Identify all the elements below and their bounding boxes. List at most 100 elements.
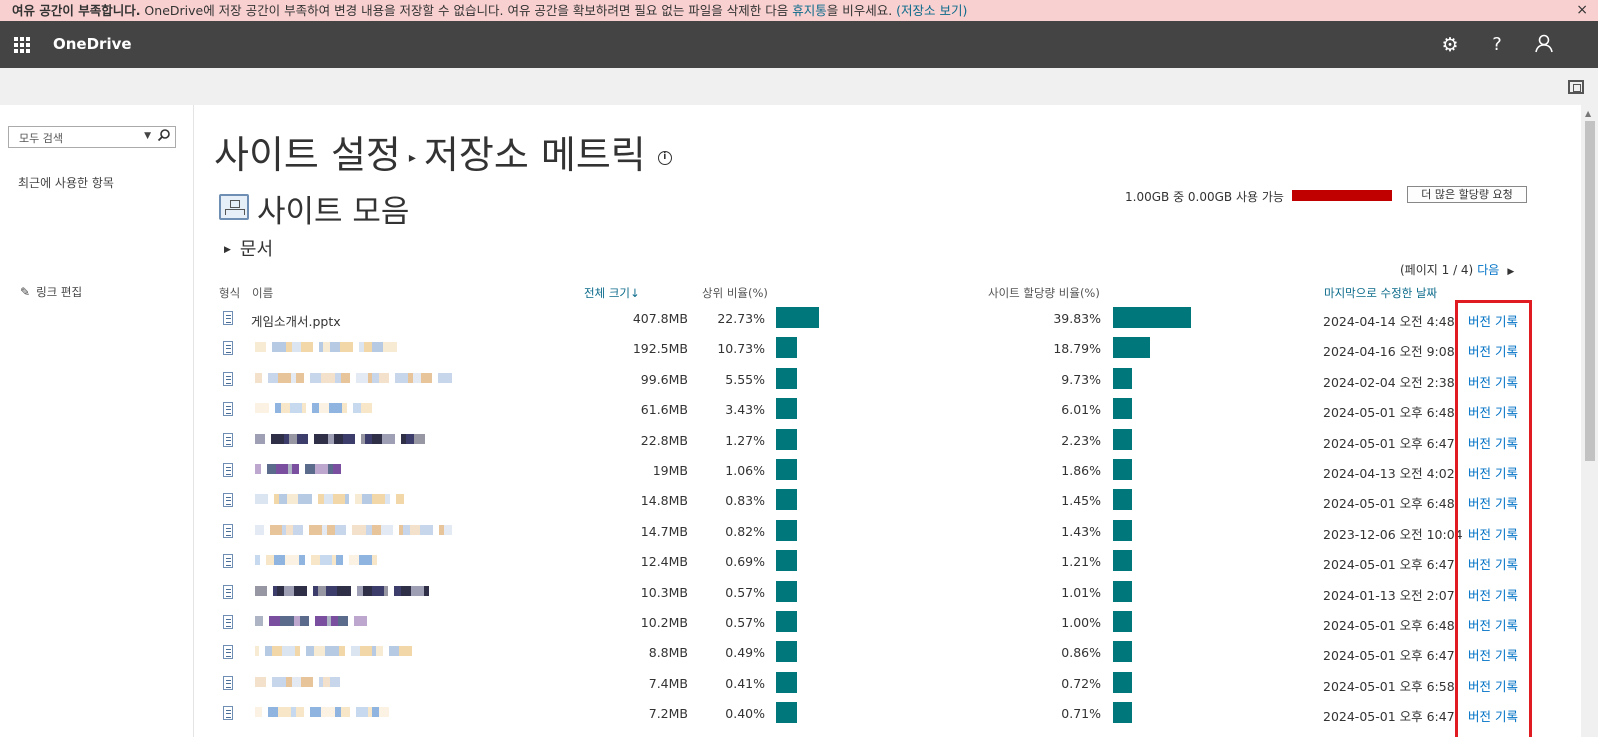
banner-text: OneDrive에 저장 공간이 부족하여 변경 내용을 저장할 수 없습니다.… [140, 3, 793, 18]
modified-date: 2023-12-06 오전 10:04 [1323, 526, 1463, 542]
document-file-icon [223, 523, 233, 538]
quota-percentage: 1.21% [1061, 554, 1101, 570]
redacted-file-name[interactable] [255, 403, 372, 414]
view-storage-link[interactable]: (저장소 보기) [896, 3, 967, 18]
table-row[interactable]: 61.6MB 3.43% 6.01% 2024-05-01 오후 6:48 버전 기록 [0, 398, 1598, 428]
file-size: 7.4MB [648, 675, 688, 691]
quota-percentage: 0.71% [1061, 706, 1101, 722]
redacted-file-name[interactable] [255, 464, 347, 474]
parent-percentage-bar [776, 367, 797, 389]
table-row[interactable]: 14.8MB 0.83% 1.45% 2024-05-01 오후 6:48 버전 기록 [0, 489, 1598, 519]
table-row[interactable]: 8.8MB 0.49% 0.86% 2024-05-01 오후 6:47 버전 기록 [0, 641, 1598, 671]
site-collection-title[interactable]: 사이트 모음 [257, 186, 409, 231]
quota-percentage: 2.23% [1061, 432, 1101, 448]
file-size: 10.3MB [640, 584, 688, 600]
redacted-file-name[interactable] [255, 707, 395, 718]
request-more-quota-button[interactable]: 더 많은 할당량 요청 [1407, 186, 1527, 203]
next-page-link[interactable]: 다음 [1477, 263, 1499, 277]
pagination: (페이지 1 / 4) 다음 ▶ [1400, 261, 1514, 278]
search-scope-dropdown-icon[interactable]: ▼ [144, 131, 151, 141]
column-header-type[interactable]: 형식 [219, 285, 240, 301]
document-file-icon [223, 371, 233, 386]
table-row[interactable]: 192.5MB 10.73% 18.79% 2024-04-16 오전 9:08 버전 … [0, 337, 1598, 367]
focus-mode-icon[interactable] [1568, 80, 1584, 94]
redacted-file-name[interactable] [255, 646, 412, 657]
redacted-file-name[interactable] [255, 494, 404, 505]
file-name-link[interactable]: 게임소개서.pptx [251, 311, 341, 330]
redacted-file-name[interactable] [255, 585, 435, 596]
breadcrumb-separator: ▸ [408, 149, 416, 166]
redacted-file-name[interactable] [255, 342, 403, 353]
ribbon-bar [0, 68, 1598, 105]
column-header-size[interactable]: 전체 크기↓ [584, 285, 640, 301]
document-file-icon [223, 463, 233, 477]
document-file-icon [223, 584, 233, 599]
breadcrumb-site-settings[interactable]: 사이트 설정 [214, 133, 401, 177]
highlight-box [1455, 300, 1532, 737]
document-file-icon [223, 615, 233, 629]
parent-percentage: 0.40% [725, 706, 765, 722]
close-icon[interactable]: × [1576, 0, 1588, 21]
nav-recent-items[interactable]: 최근에 사용한 항목 [18, 174, 114, 191]
table-row[interactable]: 19MB 1.06% 1.86% 2024-04-13 오전 4:02 버전 기록 [0, 459, 1598, 489]
edit-links-button[interactable]: ✎ 링크 편집 [20, 284, 82, 300]
account-icon[interactable] [1532, 33, 1556, 57]
file-size: 19MB [652, 463, 688, 478]
document-file-icon [223, 341, 233, 356]
expand-triangle-icon: ▶ [224, 245, 231, 255]
table-row[interactable]: 10.3MB 0.57% 1.01% 2024-01-13 오전 2:07 버전 기록 [0, 580, 1598, 611]
table-row[interactable]: 7.2MB 0.40% 0.71% 2024-05-01 오후 6:47 버전 기록 [0, 702, 1598, 732]
column-header-modified[interactable]: 마지막으로 수정한 날짜 [1324, 285, 1437, 301]
column-header-quota-pct[interactable]: 사이트 할당량 비율(%) [988, 285, 1100, 301]
help-icon[interactable]: ? [1485, 33, 1509, 57]
parent-percentage-bar [776, 489, 797, 511]
redacted-file-name[interactable] [255, 372, 452, 383]
quota-percentage: 39.83% [1053, 311, 1101, 326]
redacted-file-name[interactable] [255, 555, 377, 566]
recycle-bin-link[interactable]: 휴지통 [792, 3, 827, 18]
redacted-file-name[interactable] [255, 433, 425, 444]
info-icon[interactable]: i [657, 150, 672, 165]
next-page-arrow-icon[interactable]: ▶ [1507, 267, 1514, 277]
site-collection-icon [219, 194, 249, 220]
parent-percentage-bar [776, 307, 820, 328]
parent-percentage: 3.43% [725, 402, 765, 418]
quota-percentage-bar [1113, 519, 1132, 541]
parent-percentage-bar [776, 580, 797, 602]
redacted-file-name[interactable] [255, 524, 452, 535]
table-row[interactable]: 14.7MB 0.82% 1.43% 2023-12-06 오전 10:04 버전 기록 [0, 519, 1598, 550]
table-row[interactable]: 99.6MB 5.55% 9.73% 2024-02-04 오전 2:38 버전 기록 [0, 367, 1598, 398]
table-row[interactable]: 22.8MB 1.27% 2.23% 2024-05-01 오후 6:47 버전 기록 [0, 428, 1598, 459]
breadcrumb-storage-metrics: 저장소 메트릭 [423, 133, 646, 177]
redacted-file-name[interactable] [255, 676, 340, 687]
scroll-up-arrow[interactable]: ▲ [1585, 109, 1591, 118]
search-box[interactable]: 모두 검색 ▼ [8, 126, 176, 148]
quota-text: 1.00GB 중 0.00GB 사용 가능 [1125, 190, 1284, 204]
redacted-file-name[interactable] [255, 616, 367, 626]
parent-percentage: 0.41% [725, 675, 765, 691]
modified-date: 2024-01-13 오전 2:07 [1323, 587, 1455, 603]
modified-date: 2024-05-01 오후 6:47 [1323, 557, 1455, 573]
parent-percentage: 1.27% [725, 432, 765, 448]
column-header-name[interactable]: 이름 [252, 285, 273, 301]
parent-percentage-bar [776, 550, 797, 572]
brand-title[interactable]: OneDrive [53, 35, 132, 53]
quota-percentage: 1.01% [1061, 584, 1101, 600]
file-size: 7.2MB [648, 706, 688, 722]
table-row[interactable]: 12.4MB 0.69% 1.21% 2024-05-01 오후 6:47 버전 기록 [0, 550, 1598, 580]
parent-percentage: 0.83% [725, 493, 765, 509]
table-row[interactable]: 7.4MB 0.41% 0.72% 2024-05-01 오후 6:58 버전 기록 [0, 671, 1598, 702]
parent-percentage: 0.57% [725, 584, 765, 600]
table-row[interactable]: 게임소개서.pptx 407.8MB 22.73% 39.83% 2024-04-14 … [0, 307, 1598, 337]
column-header-parent-pct[interactable]: 상위 비율(%) [702, 285, 768, 301]
file-size: 10.2MB [640, 615, 688, 630]
app-launcher-icon[interactable] [14, 37, 30, 53]
quota-percentage: 1.43% [1061, 523, 1101, 539]
modified-date: 2024-04-13 오전 4:02 [1323, 466, 1455, 481]
documents-node[interactable]: ▶ 문서 [224, 235, 273, 261]
document-file-icon [223, 493, 233, 508]
settings-gear-icon[interactable]: ⚙ [1438, 33, 1462, 57]
table-row[interactable]: 10.2MB 0.57% 1.00% 2024-05-01 오후 6:48 버전 기록 [0, 611, 1598, 641]
search-icon[interactable] [157, 128, 171, 146]
quota-percentage: 1.45% [1061, 493, 1101, 509]
